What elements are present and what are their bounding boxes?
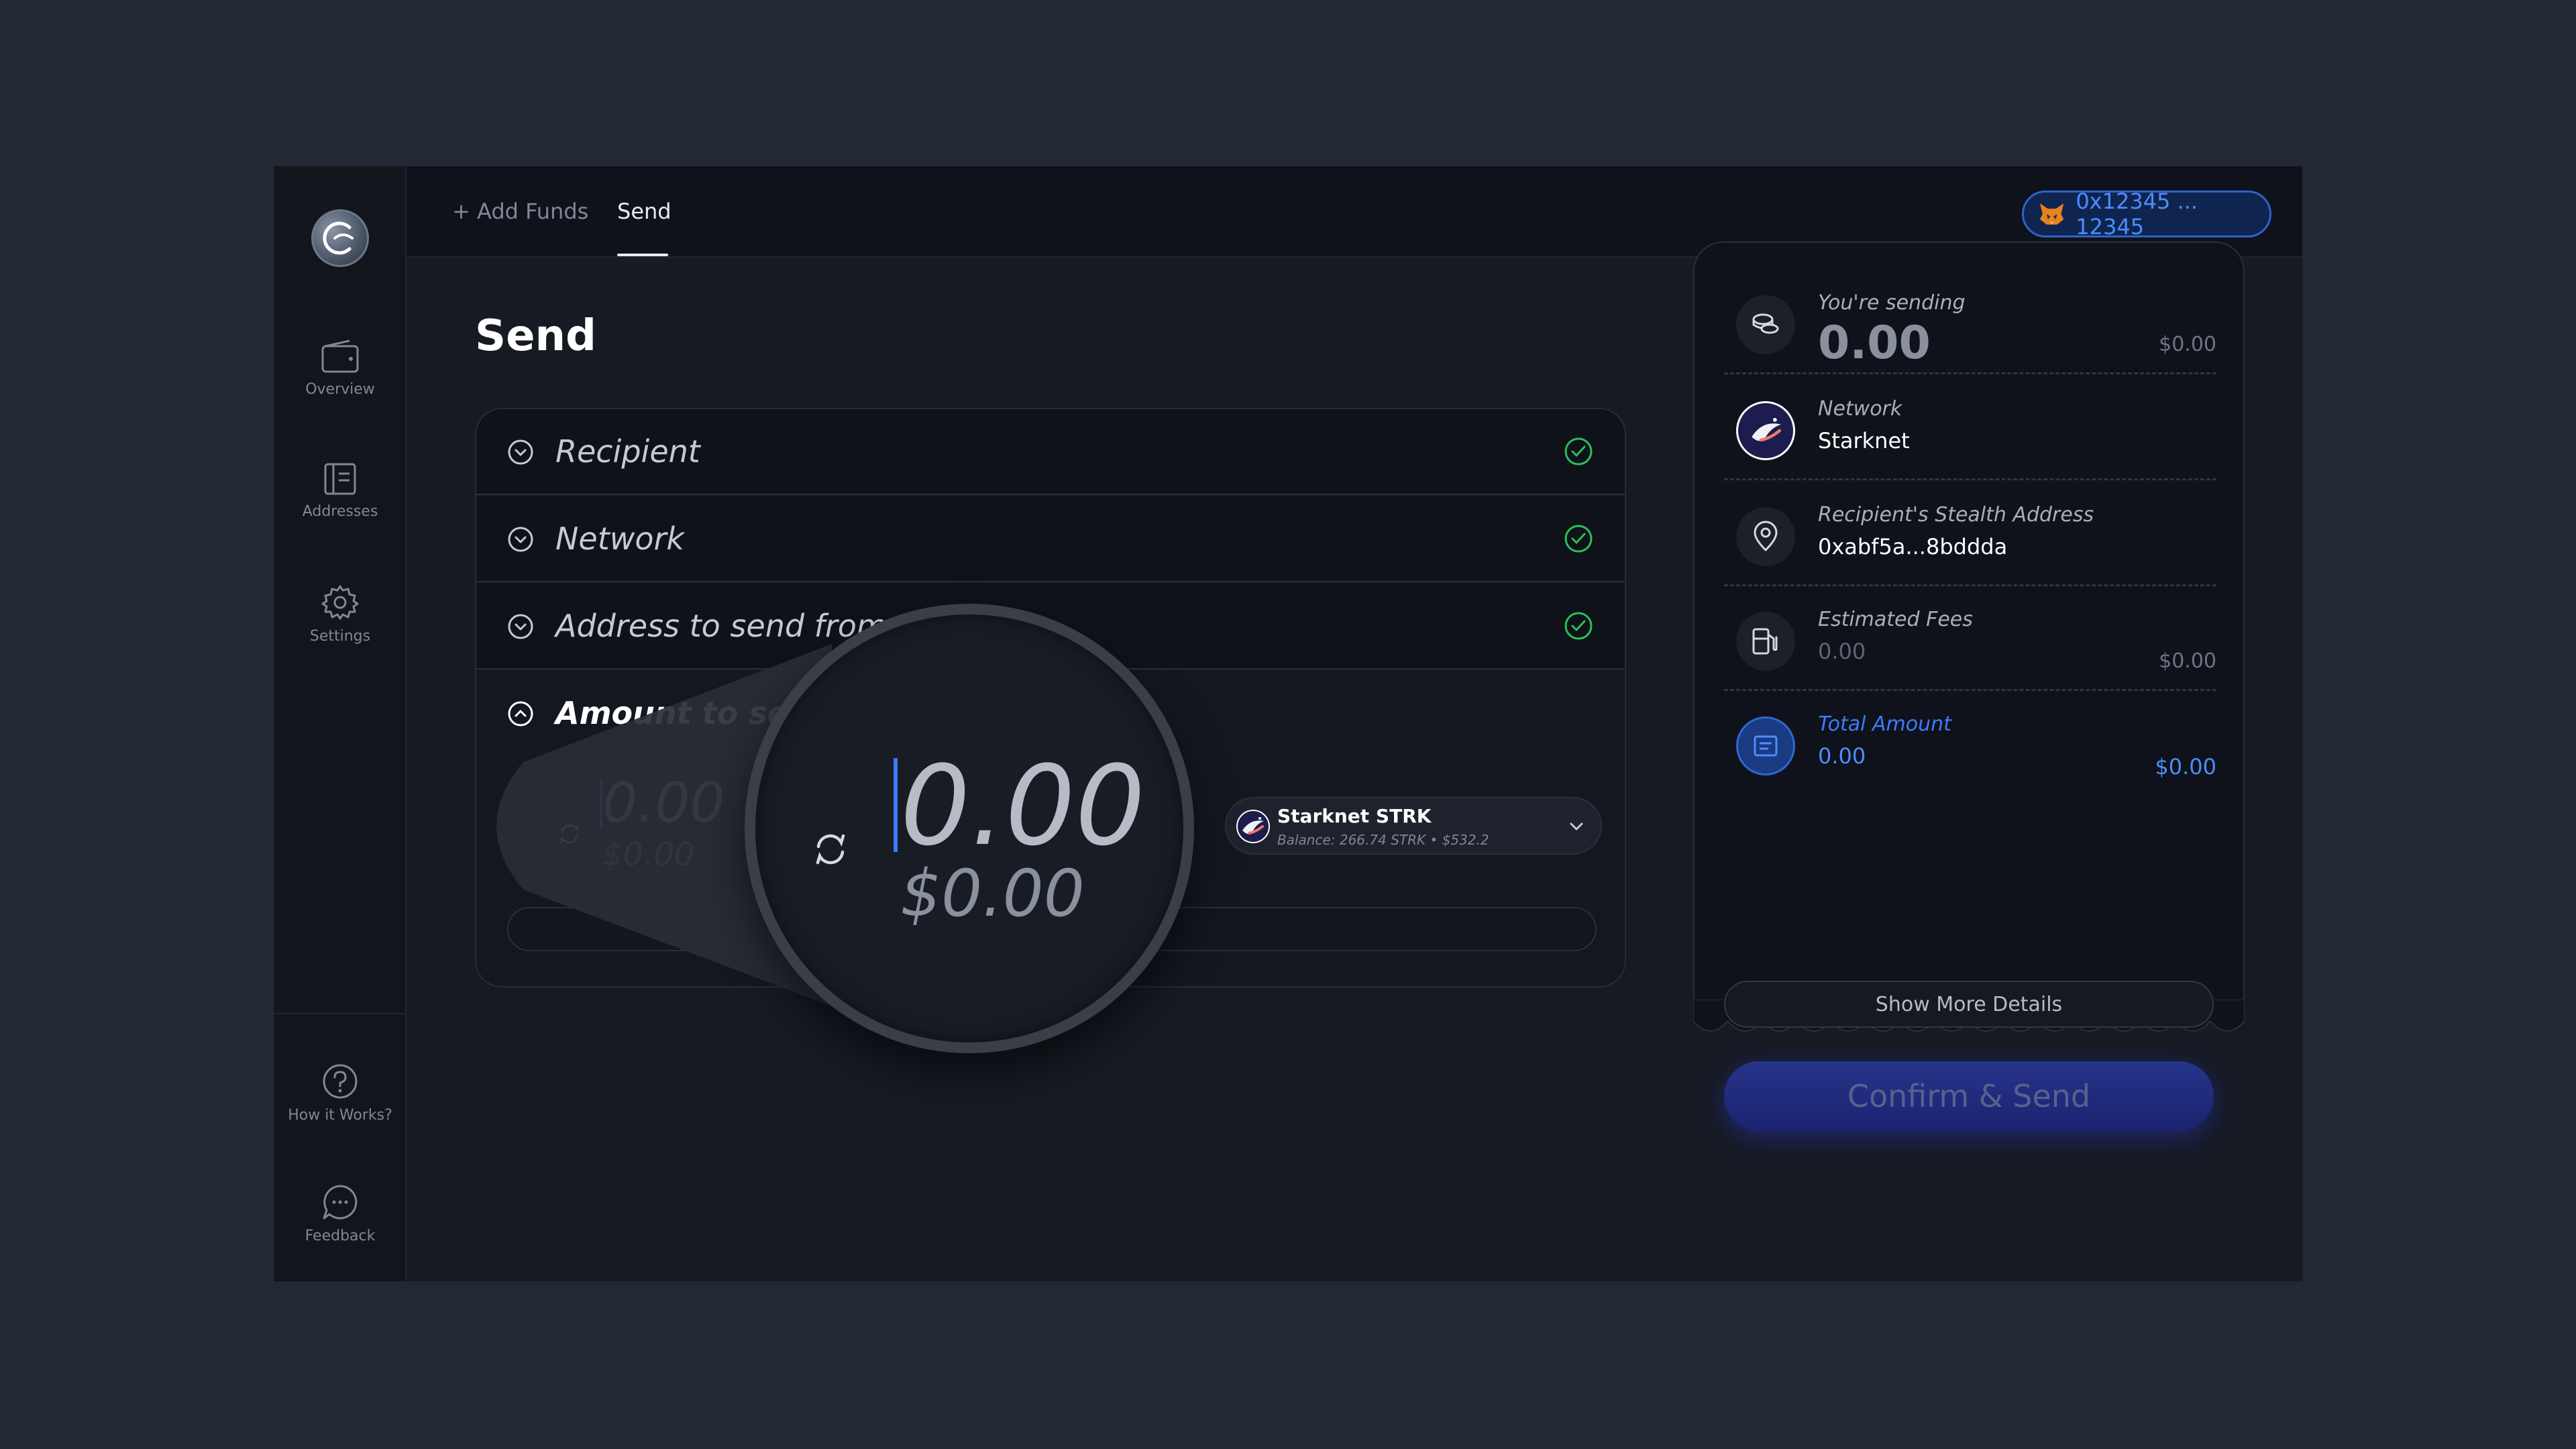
section-label: Recipient	[555, 433, 700, 470]
summary-recipient: Recipient's Stealth Address 0xabf5a...8b…	[1724, 482, 2216, 586]
sidebar: Overview Addresses Settings How it Works…	[274, 166, 407, 1281]
amount-input[interactable]: 0.00	[602, 771, 725, 835]
chevron-up-icon	[508, 701, 533, 727]
fees-value: 0.00	[1818, 639, 1866, 664]
location-pin-icon	[1736, 507, 1795, 566]
wallet-icon	[321, 339, 359, 373]
section-network[interactable]: Network	[476, 496, 1625, 582]
sending-usd: $0.00	[2159, 333, 2216, 356]
fees-usd: $0.00	[2159, 649, 2216, 673]
total-usd: $0.00	[2155, 754, 2216, 780]
wallet-address: 0x12345 ... 12345	[2076, 189, 2198, 239]
starknet-icon	[1736, 401, 1795, 460]
total-value: 0.00	[1818, 743, 1866, 769]
app-logo[interactable]	[311, 209, 369, 267]
token-balance: Balance: 266.74 STRK • $532.2	[1277, 832, 1489, 848]
network-value: Starknet	[1818, 428, 1910, 453]
sidebar-item-settings[interactable]: Settings	[274, 584, 407, 645]
summary-total: Total Amount 0.00 $0.00	[1724, 691, 2216, 796]
summary-network: Network Starknet	[1724, 376, 2216, 480]
swap-icon[interactable]	[557, 821, 582, 847]
text-caret	[894, 758, 898, 852]
sidebar-item-overview[interactable]: Overview	[274, 339, 407, 398]
wallet-address-button[interactable]: 0x12345 ... 12345	[2022, 189, 2271, 239]
fuel-icon	[1736, 612, 1795, 671]
magnified-usd: $0.00	[900, 856, 1085, 931]
starknet-icon	[1236, 810, 1270, 843]
tab-add-funds[interactable]: + Add Funds	[452, 199, 588, 224]
gear-icon	[321, 585, 359, 620]
sidebar-item-feedback[interactable]: Feedback	[274, 1183, 407, 1244]
chevron-down-icon	[508, 614, 533, 639]
chevron-down-icon	[508, 439, 533, 465]
sidebar-item-how-it-works[interactable]: How it Works?	[274, 1063, 407, 1124]
tab-send[interactable]: Send	[617, 199, 672, 224]
sending-value: 0.00	[1818, 317, 1931, 370]
logo-icon	[323, 221, 354, 255]
chevron-down-icon	[508, 527, 533, 552]
sending-label: You're sending	[1818, 291, 1966, 315]
sidebar-divider	[274, 1013, 407, 1014]
chat-icon	[323, 1185, 358, 1220]
coins-icon	[1736, 295, 1795, 354]
section-label: Address to send from	[555, 608, 887, 644]
amount-usd: $0.00	[602, 836, 695, 873]
section-label: Network	[555, 521, 685, 557]
summary-sending: You're sending 0.00 $0.00	[1724, 270, 2216, 374]
check-circle-icon	[1564, 612, 1593, 640]
help-icon	[323, 1064, 358, 1099]
chevron-down-icon	[1570, 822, 1583, 830]
address-book-icon	[324, 463, 356, 495]
fox-icon	[2039, 203, 2064, 225]
summary-panel: You're sending 0.00 $0.00 Network Starkn…	[1693, 241, 2245, 1021]
recipient-label: Recipient's Stealth Address	[1818, 503, 2094, 527]
fees-label: Estimated Fees	[1818, 608, 1973, 631]
sidebar-item-label: Feedback	[305, 1228, 376, 1244]
receipt-icon	[1736, 716, 1795, 775]
sidebar-item-label: How it Works?	[288, 1107, 392, 1124]
sidebar-item-label: Overview	[305, 381, 375, 398]
network-label: Network	[1818, 397, 1902, 421]
active-tab-indicator	[617, 254, 668, 256]
total-label: Total Amount	[1818, 712, 1951, 736]
check-circle-icon	[1564, 525, 1593, 553]
confirm-send-button[interactable]: Confirm & Send	[1724, 1061, 2214, 1131]
sidebar-item-addresses[interactable]: Addresses	[274, 462, 407, 520]
sidebar-item-label: Settings	[309, 628, 371, 645]
show-more-details-button[interactable]: Show More Details	[1724, 981, 2214, 1028]
magnified-amount: 0.00	[900, 742, 1146, 870]
page-title: Send	[475, 311, 596, 361]
sidebar-item-label: Addresses	[302, 503, 378, 520]
magnifier-lens: 0.00 $0.00	[745, 604, 1194, 1053]
token-select[interactable]: Starknet STRK Balance: 266.74 STRK • $53…	[1225, 797, 1602, 855]
recipient-value: 0xabf5a...8bddda	[1818, 534, 2008, 559]
token-name: Starknet STRK	[1277, 805, 1432, 827]
swap-icon	[816, 834, 845, 865]
check-circle-icon	[1564, 437, 1593, 466]
section-recipient[interactable]: Recipient	[476, 409, 1625, 495]
summary-fees: Estimated Fees 0.00 $0.00	[1724, 586, 2216, 691]
